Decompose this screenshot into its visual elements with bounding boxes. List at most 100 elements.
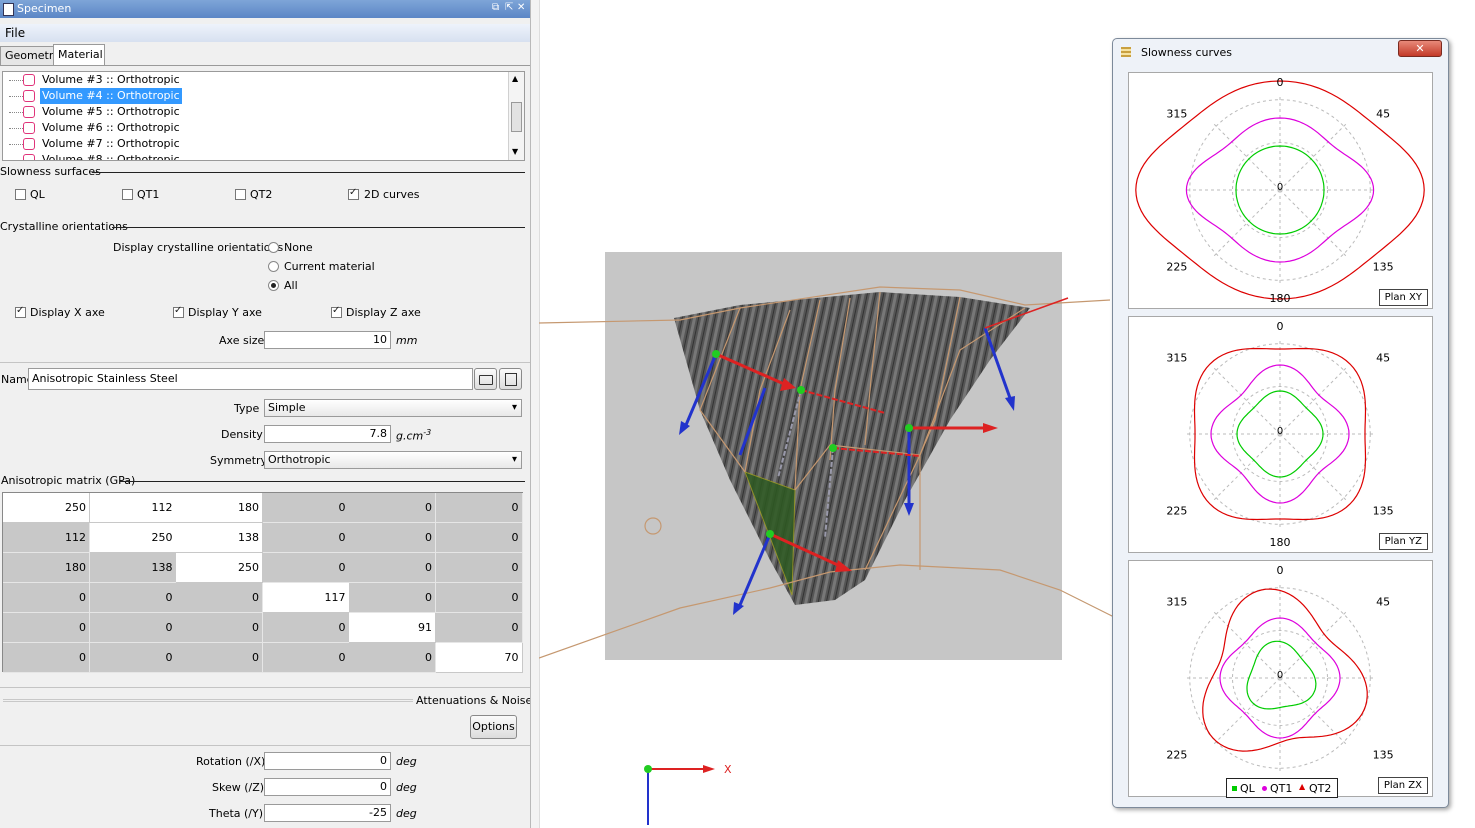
stiffness-matrix: 250 112 180 0 0 0 112 250 138 0 0 0 180 138 250 0 0 0 0 0 0 1… [2, 492, 523, 673]
matrix-cell[interactable]: 0 [349, 493, 436, 523]
checkbox-ql-label: QL [30, 188, 45, 201]
density-input[interactable]: 7.8 [264, 425, 391, 443]
matrix-cell[interactable]: 180 [3, 553, 90, 583]
matrix-cell[interactable]: 138 [176, 523, 263, 553]
display-x-axe-label: Display X axe [30, 306, 105, 319]
matrix-cell[interactable]: 0 [262, 493, 350, 523]
menu-file[interactable]: File [5, 26, 25, 40]
matrix-cell[interactable]: 0 [176, 583, 263, 613]
matrix-cell[interactable]: 112 [3, 523, 90, 553]
matrix-cell[interactable]: 250 [89, 523, 177, 553]
panel-titlebar: Specimen ⧉ ⇱ ✕ [0, 0, 530, 18]
scroll-up-icon[interactable]: ▲ [512, 74, 518, 83]
matrix-cell[interactable]: 0 [262, 613, 350, 643]
tree-connector [9, 96, 23, 97]
tree-item-label: Volume #3 :: Orthotropic [42, 73, 180, 86]
symmetry-select[interactable]: Orthotropic [264, 451, 522, 469]
matrix-cell[interactable]: 0 [89, 583, 177, 613]
matrix-cell[interactable]: 0 [435, 553, 523, 583]
angle-label: 315 [1166, 596, 1187, 609]
angle-label: 45 [1376, 596, 1390, 609]
tree-scrollbar[interactable]: ▲ ▼ [508, 72, 524, 160]
window-icon [3, 3, 14, 16]
density-unit-exponent: -3 [423, 428, 432, 437]
matrix-cell[interactable]: 0 [89, 613, 177, 643]
open-material-button[interactable] [474, 368, 497, 390]
matrix-cell[interactable]: 0 [176, 613, 263, 643]
axe-size-input[interactable]: 10 [264, 331, 391, 349]
plot-yz: 045901351802252703150 Plan YZ [1070, 316, 1475, 553]
matrix-cell[interactable]: 91 [349, 613, 436, 643]
tab-material[interactable]: Material [53, 44, 105, 66]
matrix-cell[interactable]: 0 [262, 643, 350, 673]
tree-connector [9, 160, 23, 161]
matrix-cell[interactable]: 0 [435, 523, 523, 553]
section-divider [0, 362, 530, 363]
radio-current-material-label: Current material [284, 260, 375, 273]
matrix-cell[interactable]: 0 [435, 493, 523, 523]
float-icon[interactable]: ⧉ [492, 2, 499, 13]
matrix-cell[interactable]: 0 [89, 643, 177, 673]
tree-item[interactable]: Volume #3 :: Orthotropic [3, 72, 508, 88]
matrix-cell[interactable]: 250 [3, 493, 90, 523]
legend-qt2: QT2 [1309, 782, 1332, 795]
dialog-close-button[interactable]: ✕ [1398, 40, 1442, 57]
matrix-cell[interactable]: 0 [176, 643, 263, 673]
save-material-button[interactable] [499, 368, 522, 390]
matrix-cell[interactable]: 0 [262, 553, 350, 583]
tree-item[interactable]: Volume #5 :: Orthotropic [3, 104, 508, 120]
matrix-cell[interactable]: 0 [435, 613, 523, 643]
matrix-cell[interactable]: 70 [435, 643, 523, 673]
tab-geometry[interactable]: Geometry [0, 46, 60, 65]
matrix-cell[interactable]: 0 [3, 613, 90, 643]
checkbox-display-y-axe[interactable] [173, 305, 184, 318]
matrix-cell[interactable]: 180 [176, 493, 263, 523]
tree-item-label: Volume #4 :: Orthotropic [40, 88, 182, 104]
matrix-cell[interactable]: 138 [89, 553, 177, 583]
tree-item[interactable]: Volume #4 :: Orthotropic [3, 88, 508, 104]
checkbox-display-z-axe[interactable] [331, 305, 342, 318]
matrix-cell[interactable]: 0 [349, 553, 436, 583]
matrix-cell[interactable]: 0 [3, 583, 90, 613]
section-divider [0, 745, 530, 746]
checkbox-qt2[interactable] [235, 189, 246, 200]
matrix-cell[interactable]: 0 [349, 643, 436, 673]
plot-xy: 045901351802252703150 Plan XY [1070, 72, 1475, 309]
checkbox-display-x-axe[interactable] [15, 305, 26, 318]
volume-icon [23, 74, 35, 86]
radio-none-label: None [284, 241, 313, 254]
tree-item[interactable]: Volume #6 :: Orthotropic [3, 120, 508, 136]
checkbox-2d-curves[interactable] [348, 187, 359, 200]
theta-input[interactable]: -25 [264, 804, 391, 822]
tree-item[interactable]: Volume #8 :: Orthotropic [3, 152, 508, 161]
matrix-cell[interactable]: 0 [262, 523, 350, 553]
matrix-cell[interactable]: 0 [349, 523, 436, 553]
matrix-cell[interactable]: 0 [435, 583, 523, 613]
matrix-cell[interactable]: 117 [262, 583, 350, 613]
type-select[interactable]: Simple [264, 399, 522, 417]
radio-all[interactable] [268, 280, 279, 291]
type-label: Type [234, 402, 260, 415]
material-name-input[interactable]: Anisotropic Stainless Steel [28, 368, 473, 390]
radio-none[interactable] [268, 242, 279, 253]
display-y-axe-label: Display Y axe [188, 306, 262, 319]
matrix-cell[interactable]: 0 [3, 643, 90, 673]
tree-item[interactable]: Volume #7 :: Orthotropic [3, 136, 508, 152]
radio-current-material[interactable] [268, 261, 279, 272]
matrix-cell[interactable]: 0 [349, 583, 436, 613]
angle-label: 180 [1270, 536, 1291, 549]
options-button[interactable]: Options [470, 715, 517, 739]
volume-tree[interactable]: Volume #3 :: Orthotropic Volume #4 :: Or… [2, 71, 525, 161]
scroll-thumb[interactable] [511, 102, 522, 132]
close-icon[interactable]: ✕ [517, 2, 525, 13]
skew-input[interactable]: 0 [264, 778, 391, 796]
matrix-cell[interactable]: 112 [89, 493, 177, 523]
rotation-input[interactable]: 0 [264, 752, 391, 770]
matrix-cell[interactable]: 250 [176, 553, 263, 583]
checkbox-ql[interactable] [15, 189, 26, 200]
pin-icon[interactable]: ⇱ [505, 2, 513, 13]
center-label: 0 [1277, 182, 1283, 193]
scroll-down-icon[interactable]: ▼ [512, 147, 518, 156]
checkbox-qt1[interactable] [122, 189, 133, 200]
plan-xy-label: Plan XY [1378, 289, 1428, 306]
